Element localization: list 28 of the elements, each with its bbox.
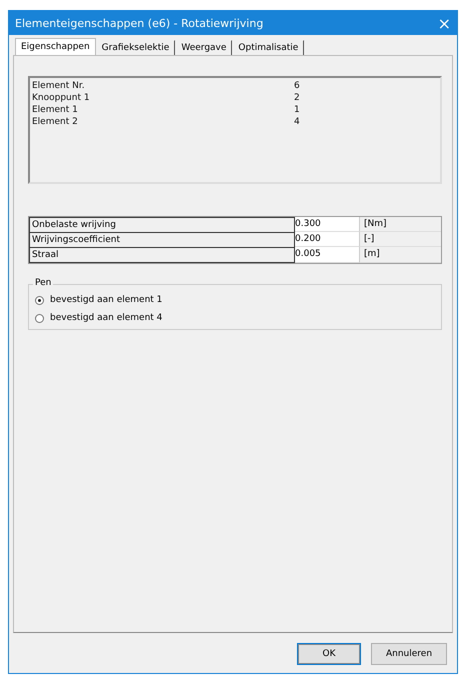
info-label: Element 1 [32, 104, 79, 116]
tab[interactable]: Eigenschappen [15, 38, 96, 56]
cancel-button[interactable]: Annuleren [371, 643, 447, 665]
info-label: Element Nr. [32, 80, 86, 92]
value-field[interactable]: 0.300 [295, 217, 359, 232]
unit-label: [Nm] [359, 217, 441, 232]
radio-option[interactable]: bevestigd aan element 1 [35, 295, 435, 305]
info-label: Knooppunt 1 [32, 92, 91, 104]
radio-icon[interactable] [35, 314, 44, 322]
close-button[interactable]: × [438, 14, 451, 32]
property-label: Wrijvingscoefficient [29, 232, 295, 247]
property-label: Onbelaste wrijving [29, 217, 295, 232]
info-label: Element 2 [32, 116, 79, 128]
value-field[interactable]: 0.005 [295, 247, 359, 263]
window-title: Elementeigenschappen (e6) - Rotatiewrijving [15, 16, 264, 30]
info-value: 6 [294, 80, 301, 92]
info-value: 4 [294, 116, 301, 128]
radio-icon[interactable] [35, 296, 44, 304]
unit-label: [m] [359, 247, 441, 263]
ok-button[interactable]: OK [297, 643, 361, 665]
unit-label: [-] [359, 232, 441, 247]
group-title: Pen [33, 278, 54, 288]
tab[interactable]: Grafiekselektie [96, 40, 176, 55]
value-field[interactable]: 0.200 [295, 232, 359, 247]
info-value: 1 [294, 104, 301, 116]
info-value: 2 [294, 92, 301, 104]
radio-option[interactable]: bevestigd aan element 4 [35, 313, 435, 323]
property-label: Straal [29, 247, 295, 263]
